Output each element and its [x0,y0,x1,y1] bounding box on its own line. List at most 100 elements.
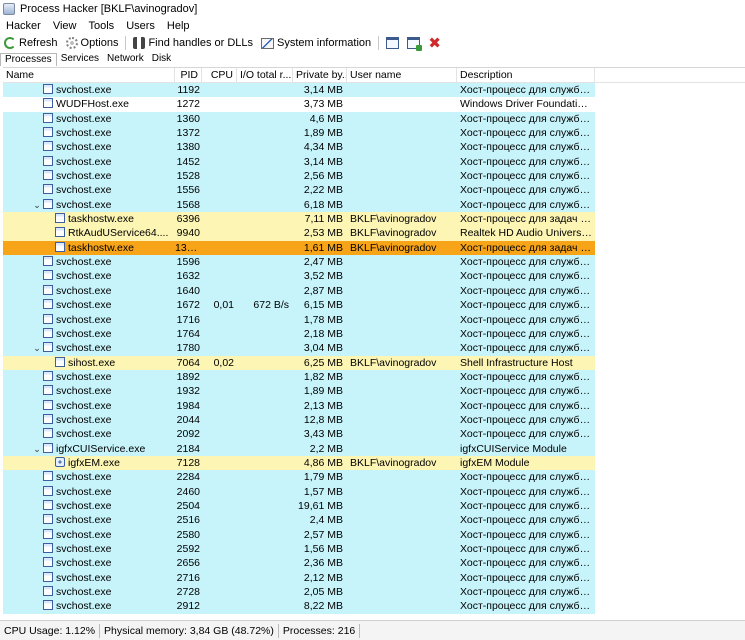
table-row[interactable]: WUDFHost.exe 1272 3,73 MB Windows Driver Fo… [3,97,745,112]
process-name: taskhostw.exe [68,241,134,254]
process-cpu [202,97,237,112]
column-header-user-name[interactable]: User name [347,68,457,83]
menu-tools[interactable]: Tools [83,18,121,34]
table-row[interactable]: svchost.exe 2728 2,05 MB Хост-процесс для с… [3,585,745,600]
table-row[interactable]: svchost.exe 1192 3,14 MB Хост-процесс для с… [3,83,745,98]
column-header-private-bytes[interactable]: Private by... [293,68,347,83]
table-row[interactable]: svchost.exe 1596 2,47 MB Хост-процесс для с… [3,255,745,270]
toolbar-separator [125,36,127,50]
table-row[interactable]: svchost.exe 1380 4,34 MB Хост-процесс для с… [3,140,745,155]
table-row[interactable]: RtkAudUService64.... 9940 2,53 MB BKLF\avin… [3,226,745,241]
process-cpu [202,326,237,342]
tab-disk[interactable]: Disk [148,53,175,66]
table-row[interactable]: svchost.exe 1528 2,56 MB Хост-процесс для с… [3,169,745,184]
table-row[interactable]: svchost.exe 1672 0,01 672 B/s 6,15 MB Хост-пр… [3,298,745,313]
table-row[interactable]: svchost.exe 2592 1,56 MB Хост-процесс для с… [3,542,745,557]
row-filler [595,126,745,141]
table-row[interactable]: svchost.exe 1452 3,14 MB Хост-процесс для с… [3,154,745,170]
system-information-button[interactable]: System information [257,34,375,52]
table-row[interactable]: svchost.exe 2516 2,4 MB Хост-процесс для сл… [3,513,745,528]
table-row[interactable]: svchost.exe 2504 19,61 MB Хост-процесс для … [3,498,745,514]
table-row[interactable]: svchost.exe 1716 1,78 MB Хост-процесс для с… [3,312,745,327]
table-row[interactable]: svchost.exe 1360 4,6 MB Хост-процесс для сл… [3,111,745,127]
process-window-icon [43,84,53,94]
process-description: Хост-процесс для служб Win... [457,398,595,413]
table-row[interactable]: svchost.exe 2460 1,57 MB Хост-процесс для с… [3,484,745,499]
menu-bar: Hacker View Tools Users Help [0,18,745,34]
table-row[interactable]: svchost.exe 1632 3,52 MB Хост-процесс для с… [3,269,745,284]
table-row[interactable]: svchost.exe 1932 1,89 MB Хост-процесс для с… [3,384,745,399]
column-header-name[interactable]: Name [3,68,175,83]
table-row[interactable]: svchost.exe 2044 12,8 MB Хост-процесс для с… [3,412,745,428]
table-row[interactable]: svchost.exe 2284 1,79 MB Хост-процесс для с… [3,470,745,485]
table-row[interactable]: sihost.exe 7064 0,02 6,25 MB BKLF\avinogrado… [3,355,745,370]
table-row[interactable]: svchost.exe 2716 2,12 MB Хост-процесс для с… [3,570,745,586]
process-private-bytes: 2,4 MB [293,513,347,528]
table-row[interactable]: svchost.exe 2912 8,22 MB Хост-процесс для с… [3,599,745,614]
refresh-button[interactable]: Refresh [0,34,62,52]
menu-hacker[interactable]: Hacker [0,18,47,34]
process-private-bytes: 2,22 MB [293,183,347,198]
menu-users[interactable]: Users [120,18,161,34]
process-pid: 2912 [175,599,202,614]
menu-help[interactable]: Help [161,18,196,34]
process-cpu [202,212,237,227]
process-name-cell: svchost.exe [3,542,175,557]
process-pid: 1372 [175,126,202,141]
tab-network[interactable]: Network [103,53,148,66]
process-name-cell: svchost.exe [3,326,175,342]
table-row[interactable]: svchost.exe 1640 2,87 MB Хост-процесс для с… [3,283,745,299]
table-row[interactable]: taskhostw.exe 6396 7,11 MB BKLF\avinogradov… [3,212,745,227]
process-pid: 1892 [175,369,202,385]
find-window-button[interactable] [403,34,424,52]
process-name-cell: svchost.exe [3,269,175,284]
process-user-name: BKLF\avinogradov [347,355,457,370]
expand-chevron-icon[interactable]: ⌄ [33,444,41,453]
menu-view[interactable]: View [47,18,83,34]
column-header-description[interactable]: Description [457,68,595,83]
process-pid: 2580 [175,527,202,542]
expand-chevron-icon[interactable]: ⌄ [33,344,41,353]
process-pid: 7064 [175,355,202,370]
table-row[interactable]: svchost.exe 2656 2,36 MB Хост-процесс для с… [3,556,745,571]
process-pid: 2656 [175,556,202,571]
expand-chevron-icon[interactable]: ⌄ [33,200,41,209]
column-header-cpu[interactable]: CPU [202,68,237,83]
process-name-cell: svchost.exe [3,283,175,299]
column-header-pid[interactable]: PID [175,68,202,83]
process-window-icon [55,227,65,238]
options-button[interactable]: Options [62,34,123,52]
table-row[interactable]: ⌄ svchost.exe 1568 6,18 MB Хост-процесс для … [3,197,745,213]
tab-services[interactable]: Services [57,53,103,66]
process-io-total [237,398,293,413]
table-row[interactable]: svchost.exe 1372 1,89 MB Хост-процесс для с… [3,126,745,141]
table-row[interactable]: igfxEM.exe 7128 4,86 MB BKLF\avinogradov igf… [3,455,745,471]
row-filler [595,226,745,241]
row-filler [595,240,745,256]
find-handles-button[interactable]: Find handles or DLLs [129,34,257,52]
table-row[interactable]: svchost.exe 1984 2,13 MB Хост-процесс для с… [3,398,745,413]
table-row[interactable]: svchost.exe 1764 2,18 MB Хост-процесс для с… [3,326,745,342]
column-header-io-total[interactable]: I/O total r... [237,68,293,83]
row-filler [595,470,745,485]
table-row[interactable]: svchost.exe 2580 2,57 MB Хост-процесс для с… [3,527,745,542]
tab-processes[interactable]: Processes [0,53,57,66]
row-filler [595,255,745,270]
window-button[interactable] [382,34,403,52]
row-filler [595,83,745,98]
table-row[interactable]: ⌄ igfxCUIService.exe 2184 2,2 MB igfxCUIServ… [3,441,745,456]
process-pid: 1272 [175,97,202,112]
process-user-name [347,556,457,571]
process-tree-list[interactable]: Name PID CPU I/O total r... Private by..… [3,67,745,619]
table-row[interactable]: svchost.exe 1556 2,22 MB Хост-процесс для с… [3,183,745,198]
process-name: svchost.exe [56,198,112,211]
table-row[interactable]: svchost.exe 1892 1,82 MB Хост-процесс для с… [3,369,745,385]
table-row[interactable]: svchost.exe 2092 3,43 MB Хост-процесс для с… [3,427,745,442]
terminate-button[interactable]: ✖ [424,34,445,52]
table-row[interactable]: ⌄ svchost.exe 1780 3,04 MB Хост-процесс для … [3,341,745,356]
process-cpu [202,240,237,256]
table-row[interactable]: taskhostw.exe 13028 1,61 MB BKLF\avinogrado… [3,240,745,256]
process-description: Хост-процесс для служб Win... [457,599,595,614]
row-filler [595,412,745,428]
process-user-name: BKLF\avinogradov [347,455,457,471]
